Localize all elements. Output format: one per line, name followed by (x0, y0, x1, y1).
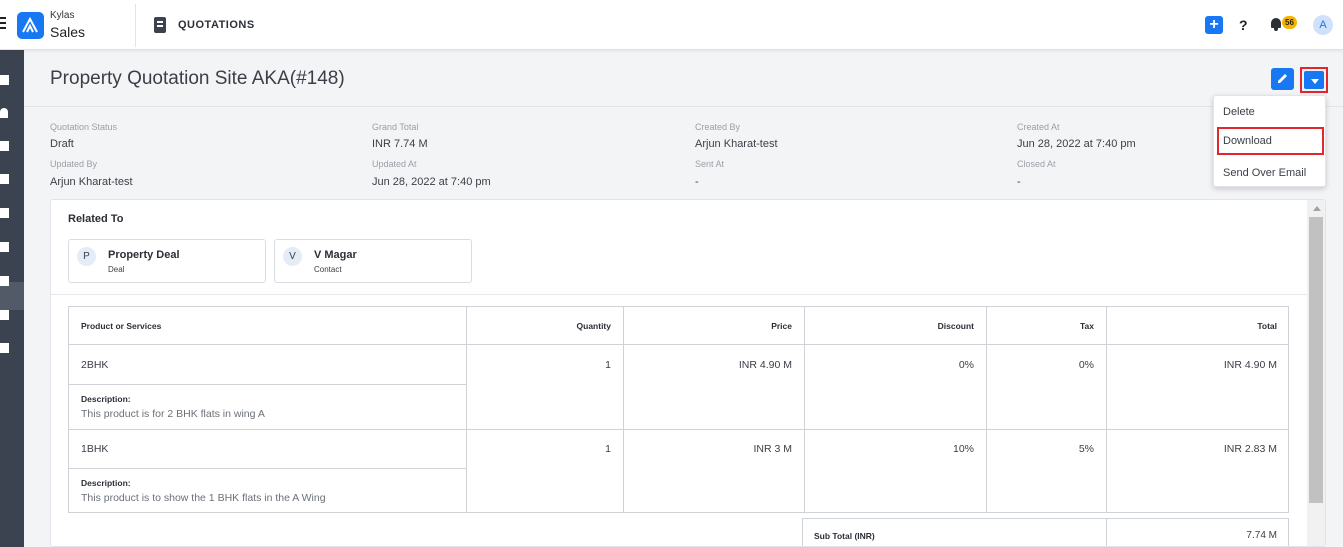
description-text: This product is for 2 BHK flats in wing … (81, 408, 265, 420)
report-icon[interactable] (0, 343, 9, 353)
meta-label: Grand Total (372, 122, 419, 132)
products-table: Product or Services Quantity Price Disco… (68, 306, 1289, 513)
menu-icon[interactable] (0, 17, 6, 31)
contact-card-icon[interactable] (0, 174, 9, 184)
task-icon[interactable] (0, 276, 9, 286)
total-value: INR 2.83 M (1223, 443, 1277, 455)
discount-value: 10% (952, 443, 974, 455)
price-value: INR 3 M (753, 443, 792, 455)
kylas-logo-icon[interactable] (17, 12, 44, 39)
quotation-icon (154, 17, 166, 33)
more-actions-button[interactable] (1300, 67, 1328, 93)
discount-value: 0% (958, 359, 974, 371)
dashboard-icon[interactable] (0, 75, 9, 85)
description-text: This product is to show the 1 BHK flats … (81, 492, 326, 504)
meta-label: Quotation Status (50, 122, 118, 132)
updated-at-value: Jun 28, 2022 at 7:40 pm (372, 176, 491, 188)
subtotal-value: 7.74 M (1246, 530, 1277, 541)
top-bar: Kylas Sales QUOTATIONS + ? 56 A (0, 0, 1343, 50)
user-icon[interactable] (0, 108, 8, 118)
entity-name[interactable]: Property Deal (108, 249, 180, 261)
sidebar (0, 50, 24, 547)
actions-menu: Delete Download Send Over Email (1213, 95, 1326, 187)
tax-value: 5% (1078, 443, 1094, 455)
brand-name: Kylas (50, 10, 75, 21)
meta-label: Created By (695, 122, 741, 132)
related-to-heading: Related To (68, 213, 124, 225)
product-name: 2BHK (81, 359, 109, 371)
quantity-value: 1 (605, 359, 611, 371)
grand-total-value: INR 7.74 M (372, 138, 428, 150)
closed-at-value: - (1017, 176, 1021, 188)
meta-label: Sent At (695, 159, 725, 169)
product-name: 1BHK (81, 443, 109, 455)
column-header: Product or Services (81, 321, 162, 331)
created-at-value: Jun 28, 2022 at 7:40 pm (1017, 138, 1136, 150)
scrollbar[interactable] (1307, 200, 1325, 546)
header-divider (135, 4, 136, 47)
chevron-down-icon (1311, 79, 1319, 84)
column-header: Price (771, 321, 792, 331)
menu-item-download[interactable]: Download (1217, 127, 1324, 155)
entity-name[interactable]: V Magar (314, 249, 357, 261)
avatar[interactable]: A (1313, 15, 1333, 35)
money-icon[interactable] (0, 141, 9, 151)
brand-product: Sales (50, 24, 86, 40)
entity-initial: V (283, 247, 302, 266)
meta-label: Updated At (372, 159, 417, 169)
column-header: Total (1257, 321, 1277, 331)
calendar-icon[interactable] (0, 310, 9, 320)
menu-item-send-over-email[interactable]: Send Over Email (1214, 159, 1325, 187)
add-button[interactable]: + (1205, 16, 1223, 34)
created-by-value: Arjun Kharat-test (695, 138, 778, 150)
pencil-icon (1278, 74, 1287, 83)
column-header: Tax (1079, 321, 1094, 331)
sidebar-active-indicator (0, 282, 24, 310)
meta-label: Created At (1017, 122, 1060, 132)
sent-at-value: - (695, 176, 699, 188)
description-label: Description: (81, 478, 131, 488)
column-header: Discount (937, 321, 974, 331)
entity-initial: P (77, 247, 96, 266)
tax-value: 0% (1078, 359, 1094, 371)
help-icon[interactable]: ? (1239, 17, 1248, 33)
quotation-status-value: Draft (50, 138, 74, 150)
meta-label: Updated By (50, 159, 98, 169)
edit-button[interactable] (1271, 68, 1294, 90)
updated-by-value: Arjun Kharat-test (50, 176, 133, 188)
price-value: INR 4.90 M (738, 359, 792, 371)
section-divider (51, 294, 1307, 295)
scrollbar-thumb[interactable] (1309, 217, 1323, 503)
quantity-value: 1 (605, 443, 611, 455)
scroll-up-icon[interactable] (1313, 206, 1321, 211)
menu-item-delete[interactable]: Delete (1214, 98, 1325, 126)
bell-icon[interactable] (1270, 18, 1282, 31)
meta-label: Closed At (1017, 159, 1056, 169)
quotation-nav-icon[interactable] (0, 242, 9, 252)
notification-badge[interactable]: 56 (1282, 16, 1297, 29)
description-label: Description: (81, 394, 131, 404)
building-icon[interactable] (0, 208, 9, 218)
related-contact-card[interactable]: V V Magar Contact (274, 239, 472, 283)
entity-type: Deal (108, 265, 125, 274)
total-value: INR 4.90 M (1223, 359, 1277, 371)
entity-type: Contact (314, 265, 342, 274)
subtotal-label: Sub Total (INR) (814, 531, 875, 541)
subtotal-row: Sub Total (INR) 7.74 M (802, 518, 1289, 546)
quotation-detail-card: Related To P Property Deal Deal V V Maga… (50, 199, 1326, 547)
page-title: Property Quotation Site AKA(#148) (50, 68, 345, 89)
column-header: Quantity (576, 321, 611, 331)
module-title: QUOTATIONS (178, 19, 255, 31)
related-deal-card[interactable]: P Property Deal Deal (68, 239, 266, 283)
